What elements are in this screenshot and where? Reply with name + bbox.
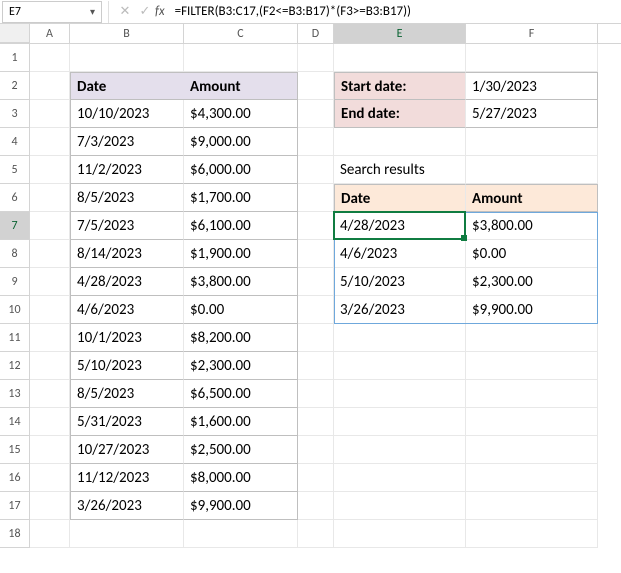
- table-row[interactable]: $6,000.00: [184, 156, 298, 184]
- result-row[interactable]: $9,900.00: [466, 296, 598, 324]
- table-row[interactable]: 5/31/2023: [70, 408, 184, 436]
- result-row[interactable]: 4/28/2023: [334, 212, 466, 240]
- table-row[interactable]: 10/10/2023: [70, 100, 184, 128]
- search-results-title[interactable]: Search results: [334, 156, 466, 184]
- divider: [108, 1, 109, 23]
- table-row[interactable]: 7/3/2023: [70, 128, 184, 156]
- row-header-10[interactable]: 10: [0, 296, 30, 324]
- table-row[interactable]: 3/26/2023: [70, 492, 184, 520]
- table-row[interactable]: 5/10/2023: [70, 352, 184, 380]
- results-header-date[interactable]: Date: [334, 184, 466, 212]
- row-header-17[interactable]: 17: [0, 492, 30, 520]
- cancel-icon[interactable]: ✕: [115, 4, 135, 19]
- row-header-9[interactable]: 9: [0, 268, 30, 296]
- start-date-value[interactable]: 1/30/2023: [466, 72, 598, 100]
- col-header-D[interactable]: D: [298, 24, 334, 43]
- table-row[interactable]: $2,300.00: [184, 352, 298, 380]
- row-header-7[interactable]: 7: [0, 212, 30, 240]
- col-header-E[interactable]: E: [334, 24, 466, 43]
- row-header-16[interactable]: 16: [0, 464, 30, 492]
- table-row[interactable]: $2,500.00: [184, 436, 298, 464]
- table-row[interactable]: 8/14/2023: [70, 240, 184, 268]
- row-header-13[interactable]: 13: [0, 380, 30, 408]
- row-header-14[interactable]: 14: [0, 408, 30, 436]
- table-row[interactable]: 10/27/2023: [70, 436, 184, 464]
- table-row[interactable]: $1,700.00: [184, 184, 298, 212]
- chevron-down-icon[interactable]: ▾: [90, 5, 95, 18]
- name-box-value: E7: [9, 5, 21, 19]
- col-header-B[interactable]: B: [70, 24, 184, 43]
- table-row[interactable]: 4/28/2023: [70, 268, 184, 296]
- table-row[interactable]: 7/5/2023: [70, 212, 184, 240]
- table-row[interactable]: 10/1/2023: [70, 324, 184, 352]
- table-row[interactable]: 11/12/2023: [70, 464, 184, 492]
- table-row[interactable]: $1,900.00: [184, 240, 298, 268]
- row-header-5[interactable]: 5: [0, 156, 30, 184]
- results-header-amount[interactable]: Amount: [466, 184, 598, 212]
- col-header-F[interactable]: F: [466, 24, 598, 43]
- result-row[interactable]: 4/6/2023: [334, 240, 466, 268]
- end-date-label[interactable]: End date:: [334, 100, 466, 128]
- formula-input[interactable]: =FILTER(B3:C17,(F2<=B3:B17)*(F3>=B3:B17)…: [171, 4, 621, 19]
- row-header-4[interactable]: 4: [0, 128, 30, 156]
- row-header-3[interactable]: 3: [0, 100, 30, 128]
- name-box[interactable]: E7 ▾: [2, 1, 102, 23]
- select-all-corner[interactable]: [0, 24, 30, 43]
- table-row[interactable]: $8,200.00: [184, 324, 298, 352]
- spreadsheet-grid: A B C D E F 1 2 3 4 5 6 7 8 9 10 11 12 1…: [0, 24, 621, 548]
- row-header-15[interactable]: 15: [0, 436, 30, 464]
- cells-area[interactable]: Date Amount Start date: 1/30/2023 10/10/…: [30, 44, 621, 548]
- table-row[interactable]: $9,900.00: [184, 492, 298, 520]
- fx-icon[interactable]: fx: [155, 4, 165, 19]
- main-header-amount[interactable]: Amount: [184, 72, 298, 100]
- table-row[interactable]: $8,000.00: [184, 464, 298, 492]
- result-row[interactable]: $2,300.00: [466, 268, 598, 296]
- table-row[interactable]: $3,800.00: [184, 268, 298, 296]
- row-header-18[interactable]: 18: [0, 520, 30, 548]
- formula-bar: E7 ▾ ✕ ✓ fx =FILTER(B3:C17,(F2<=B3:B17)*…: [0, 0, 621, 24]
- table-row[interactable]: $4,300.00: [184, 100, 298, 128]
- result-row[interactable]: 5/10/2023: [334, 268, 466, 296]
- start-date-label[interactable]: Start date:: [334, 72, 466, 100]
- table-row[interactable]: $1,600.00: [184, 408, 298, 436]
- row-header-2[interactable]: 2: [0, 72, 30, 100]
- col-header-A[interactable]: A: [30, 24, 70, 43]
- col-header-C[interactable]: C: [184, 24, 298, 43]
- table-row[interactable]: $6,500.00: [184, 380, 298, 408]
- column-headers: A B C D E F: [0, 24, 621, 44]
- row-header-8[interactable]: 8: [0, 240, 30, 268]
- main-header-date[interactable]: Date: [70, 72, 184, 100]
- result-row[interactable]: 3/26/2023: [334, 296, 466, 324]
- row-header-12[interactable]: 12: [0, 352, 30, 380]
- table-row[interactable]: $0.00: [184, 296, 298, 324]
- result-row[interactable]: $3,800.00: [466, 212, 598, 240]
- table-row[interactable]: $6,100.00: [184, 212, 298, 240]
- table-row[interactable]: 11/2/2023: [70, 156, 184, 184]
- row-header-6[interactable]: 6: [0, 184, 30, 212]
- accept-icon[interactable]: ✓: [135, 4, 155, 19]
- table-row[interactable]: $9,000.00: [184, 128, 298, 156]
- result-row[interactable]: $0.00: [466, 240, 598, 268]
- table-row[interactable]: 8/5/2023: [70, 184, 184, 212]
- table-row[interactable]: 4/6/2023: [70, 296, 184, 324]
- row-header-1[interactable]: 1: [0, 44, 30, 72]
- end-date-value[interactable]: 5/27/2023: [466, 100, 598, 128]
- table-row[interactable]: 8/5/2023: [70, 380, 184, 408]
- row-headers: 1 2 3 4 5 6 7 8 9 10 11 12 13 14 15 16 1…: [0, 44, 30, 548]
- row-header-11[interactable]: 11: [0, 324, 30, 352]
